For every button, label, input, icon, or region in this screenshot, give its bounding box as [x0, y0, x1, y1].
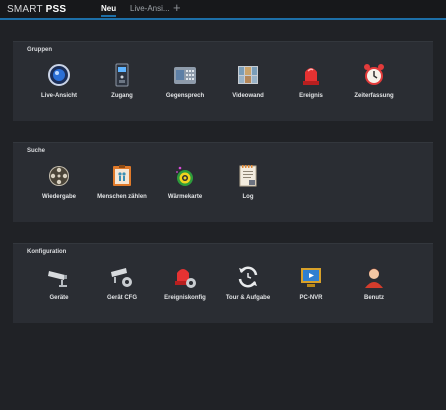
tile-ereigniskonfig[interactable]: Ereigniskonfig — [154, 265, 216, 301]
film-reel-icon — [47, 164, 71, 188]
tile-ereignis[interactable]: Ereignis — [280, 63, 342, 99]
tab-label: Neu — [101, 4, 117, 13]
section-title: Gruppen — [27, 47, 52, 53]
tile-label: Ereignis — [299, 93, 323, 99]
refresh-cycle-icon — [236, 265, 260, 289]
tab-live-ansicht[interactable]: Live-Ansi... — [130, 4, 170, 13]
pc-nvr-icon — [299, 265, 323, 289]
tile-label: Gegensprech — [165, 93, 205, 99]
tile-label: Zugang — [111, 93, 133, 99]
tile-label: Zeiterfassung — [354, 93, 394, 99]
camera-lens-icon — [47, 63, 71, 87]
tile-live-ansicht[interactable]: Live-Ansicht — [28, 63, 90, 99]
tile-label: Wärmekarte — [167, 194, 203, 200]
log-document-icon — [236, 164, 260, 188]
tile-label: Log — [242, 194, 254, 200]
section-gruppen: Gruppen Live-Ansicht Zugang Gegensprech … — [13, 41, 433, 121]
people-count-icon — [110, 164, 134, 188]
section-title: Suche — [27, 148, 46, 154]
intercom-icon — [173, 63, 197, 87]
tab-neu[interactable]: Neu — [101, 4, 117, 17]
section-title: Konfiguration — [27, 249, 67, 255]
video-wall-icon — [236, 63, 260, 87]
tile-pc-nvr[interactable]: PC-NVR — [280, 265, 342, 301]
tile-label: Videowand — [232, 93, 264, 99]
section-suche: Suche Wiedergabe Menschen zählen Wärmeka… — [13, 142, 433, 222]
tile-label: Live-Ansicht — [40, 93, 77, 99]
alarm-light-icon — [299, 63, 323, 87]
tile-label: Benutz — [364, 295, 384, 301]
active-tab-indicator — [101, 15, 117, 17]
cctv-camera-icon — [47, 265, 71, 289]
camera-config-icon — [110, 265, 134, 289]
tile-menschen-zaehlen[interactable]: Menschen zählen — [91, 164, 153, 200]
tile-waermekarte[interactable]: Wärmekarte — [154, 164, 216, 200]
tile-tour-aufgabe[interactable]: Tour & Aufgabe — [217, 265, 279, 301]
section-konfiguration: Konfiguration Geräte Gerät CFG Ereignisk… — [13, 243, 433, 323]
heatmap-icon — [173, 164, 197, 188]
tile-label: Gerät CFG — [106, 295, 137, 301]
tile-label: Geräte — [49, 295, 69, 301]
tile-label: PC-NVR — [299, 295, 323, 301]
tile-zeiterfassung[interactable]: Zeiterfassung — [343, 63, 405, 99]
tile-label: Menschen zählen — [97, 194, 147, 200]
user-icon — [362, 265, 386, 289]
top-bar: SMART PSS Neu Live-Ansi... + — [0, 0, 446, 20]
tile-log[interactable]: Log — [217, 164, 279, 200]
tile-wiedergabe[interactable]: Wiedergabe — [28, 164, 90, 200]
tile-geraet-cfg[interactable]: Gerät CFG — [91, 265, 153, 301]
door-access-icon — [110, 63, 134, 87]
tile-label: Ereigniskonfig — [164, 295, 206, 301]
add-tab-button[interactable]: + — [173, 1, 181, 15]
tile-videowand[interactable]: Videowand — [217, 63, 279, 99]
tile-label: Tour & Aufgabe — [225, 295, 271, 301]
tile-benutz[interactable]: Benutz — [343, 265, 405, 301]
app-logo: SMART PSS — [7, 4, 67, 15]
tile-geraete[interactable]: Geräte — [28, 265, 90, 301]
tile-gegensprech[interactable]: Gegensprech — [154, 63, 216, 99]
alarm-clock-icon — [362, 63, 386, 87]
event-config-icon — [173, 265, 197, 289]
tab-label: Live-Ansi... — [130, 4, 170, 13]
tile-label: Wiedergabe — [42, 194, 76, 200]
tile-zugang[interactable]: Zugang — [91, 63, 153, 99]
